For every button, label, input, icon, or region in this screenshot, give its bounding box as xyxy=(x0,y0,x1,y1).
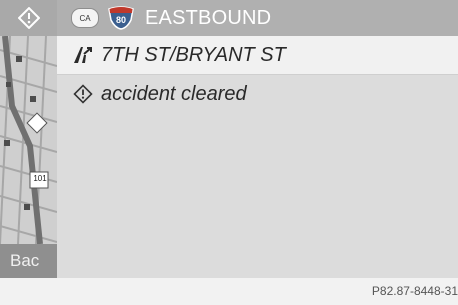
traffic-message-list: 7TH ST/BRYANT ST accident cleared xyxy=(57,36,458,278)
figure-reference: P82.87-8448-31 xyxy=(371,284,458,298)
message-location: 7TH ST/BRYANT ST xyxy=(101,43,286,66)
state-badge: CA xyxy=(71,8,99,28)
street-map xyxy=(0,36,57,244)
interstate-shield-icon: 80 xyxy=(107,6,135,30)
list-item[interactable]: 7TH ST/BRYANT ST xyxy=(57,36,458,75)
message-event: accident cleared xyxy=(101,82,247,105)
route-number: 80 xyxy=(115,14,126,25)
map-preview[interactable]: 101 Bac xyxy=(0,0,57,278)
traffic-info-icon[interactable] xyxy=(0,0,57,36)
figure-footer: P82.87-8448-31 xyxy=(0,278,458,305)
route-direction: EASTBOUND xyxy=(145,6,272,29)
back-button[interactable]: Bac xyxy=(0,244,57,278)
route-header: CA 80 EASTBOUND xyxy=(57,0,458,36)
traffic-message-screen: 101 Bac CA 80 EASTBOUND 7TH ST/BRYANT ST xyxy=(0,0,458,305)
warning-diamond-icon xyxy=(71,84,95,104)
list-item[interactable]: accident cleared xyxy=(57,75,458,113)
road-junction-icon xyxy=(71,45,95,65)
map-route-sign: 101 xyxy=(33,174,47,183)
